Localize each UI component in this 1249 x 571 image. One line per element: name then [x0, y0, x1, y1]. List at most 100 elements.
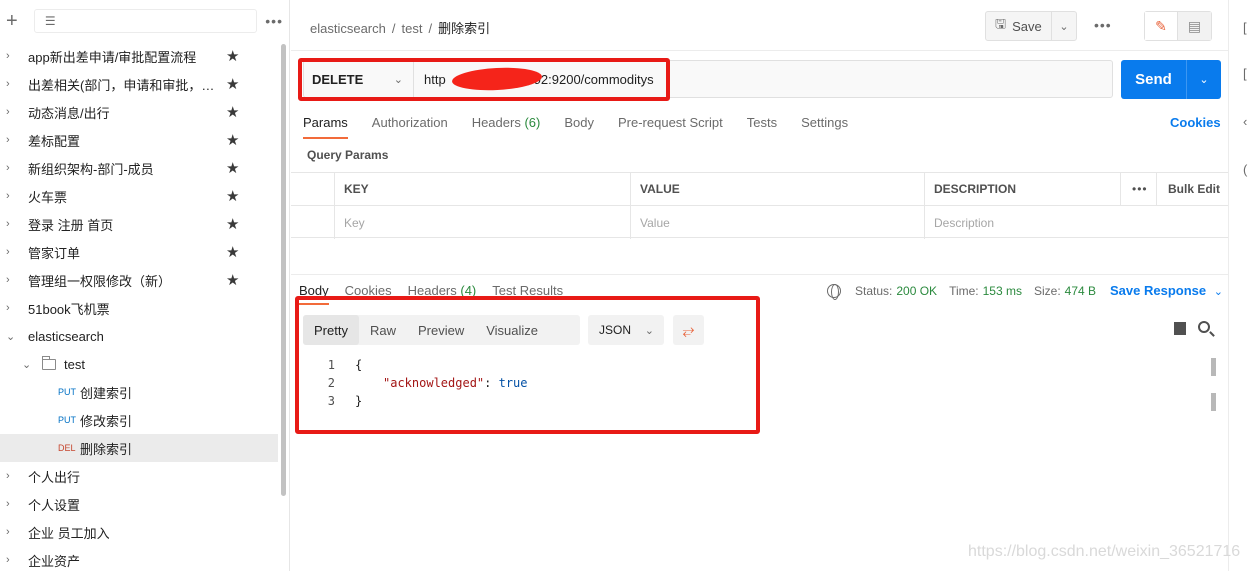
panel-icon[interactable]: [: [1243, 20, 1247, 35]
collection-item[interactable]: › 企业资产: [0, 546, 278, 571]
new-collection-button[interactable]: +: [6, 11, 22, 31]
collection-item[interactable]: › 新组织架构-部门-成员 ★: [0, 154, 278, 182]
sidebar-filter-input[interactable]: ☰: [33, 9, 258, 33]
panel-icon[interactable]: (: [1243, 162, 1247, 177]
star-icon[interactable]: ★: [226, 215, 239, 233]
chevron-right-icon[interactable]: ›: [6, 526, 18, 538]
sidebar-scrollbar[interactable]: [281, 44, 286, 496]
globe-icon[interactable]: [827, 284, 841, 300]
chevron-right-icon[interactable]: ›: [6, 134, 18, 146]
collection-label: 新组织架构-部门-成员: [28, 161, 154, 177]
size-label: Size:: [1033, 284, 1061, 298]
tab-params[interactable]: Params: [303, 115, 348, 139]
request-item[interactable]: PUT 修改索引: [0, 406, 278, 434]
folder-item[interactable]: ⌄ test: [0, 350, 278, 378]
query-params-title: Query Params: [307, 148, 389, 162]
chevron-down-icon: ⌄: [1213, 286, 1223, 298]
method-badge: PUT: [58, 387, 76, 397]
collection-item[interactable]: › app新出差申请/审批配置流程 ★: [0, 42, 278, 70]
collection-item[interactable]: › 51book飞机票: [0, 294, 278, 322]
documentation-icon[interactable]: ▤: [1178, 12, 1211, 40]
chevron-down-icon[interactable]: ⌄: [22, 358, 34, 371]
tab-settings[interactable]: Settings: [801, 115, 848, 130]
star-icon[interactable]: ★: [226, 75, 239, 93]
panel-icon[interactable]: ‹: [1243, 114, 1247, 129]
collection-item[interactable]: › 管家订单 ★: [0, 238, 278, 266]
chevron-down-icon[interactable]: ⌄: [6, 330, 18, 343]
tab-tests[interactable]: Tests: [747, 115, 777, 130]
collection-item[interactable]: › 动态消息/出行 ★: [0, 98, 278, 126]
chevron-right-icon[interactable]: ›: [6, 50, 18, 62]
send-button[interactable]: Send: [1121, 60, 1187, 99]
star-icon[interactable]: ★: [226, 131, 239, 149]
chevron-right-icon[interactable]: ›: [6, 498, 18, 510]
star-icon[interactable]: ★: [226, 271, 239, 289]
save-dropdown-button[interactable]: ⌄: [1052, 20, 1076, 33]
collection-item[interactable]: › 个人出行: [0, 462, 278, 490]
sidebar-more-icon[interactable]: •••: [265, 13, 283, 29]
chevron-right-icon[interactable]: ›: [6, 106, 18, 118]
breadcrumb-folder[interactable]: test: [402, 21, 423, 36]
description-input[interactable]: Description: [934, 206, 994, 239]
star-icon[interactable]: ★: [226, 243, 239, 261]
collection-item[interactable]: › 差标配置 ★: [0, 126, 278, 154]
collection-item[interactable]: › 登录 注册 首页 ★: [0, 210, 278, 238]
collection-label: 管家订单: [28, 245, 81, 261]
sidebar-toolbar: + ☰ •••: [0, 0, 289, 42]
edit-mode-icon[interactable]: ✎: [1145, 12, 1179, 40]
send-button-group: Send ⌄: [1121, 60, 1221, 99]
collection-item[interactable]: › 管理组一权限修改（新） ★: [0, 266, 278, 294]
breadcrumb-separator: /: [428, 21, 433, 36]
search-icon[interactable]: [1198, 321, 1210, 333]
collection-item[interactable]: › 出差相关(部门，申请和审批，行... ★: [0, 70, 278, 98]
header-description: DESCRIPTION: [934, 182, 1017, 196]
tab-pre-request-script[interactable]: Pre-request Script: [618, 115, 723, 130]
collection-label: 动态消息/出行: [28, 105, 110, 121]
time-value[interactable]: 153 ms: [983, 284, 1022, 298]
request-tabs: Params Authorization Headers (6) Body Pr…: [303, 115, 872, 139]
request-item[interactable]: PUT 创建索引: [0, 378, 278, 406]
divider: [291, 50, 1229, 51]
star-icon[interactable]: ★: [226, 103, 239, 121]
cookies-link[interactable]: Cookies: [1170, 115, 1221, 130]
chevron-right-icon[interactable]: ›: [6, 190, 18, 202]
tab-headers[interactable]: Headers (6): [472, 115, 541, 130]
scroll-mark: [1211, 358, 1216, 376]
value-input[interactable]: Value: [640, 206, 670, 239]
right-side-panel: [ [ ‹ (: [1228, 0, 1249, 571]
request-label: 删除索引: [80, 441, 133, 457]
chevron-right-icon[interactable]: ›: [6, 470, 18, 482]
size-value[interactable]: 474 B: [1065, 284, 1096, 298]
tab-body[interactable]: Body: [564, 115, 594, 130]
request-item-selected[interactable]: DEL 删除索引: [0, 434, 278, 462]
bulk-edit-link[interactable]: Bulk Edit: [1168, 173, 1220, 205]
column-divider: [1120, 173, 1121, 206]
star-icon[interactable]: ★: [226, 159, 239, 177]
collection-item-expanded[interactable]: ⌄ elasticsearch: [0, 322, 278, 350]
copy-icon[interactable]: [1174, 322, 1186, 335]
chevron-right-icon[interactable]: ›: [6, 78, 18, 90]
save-label: Save: [1012, 18, 1042, 34]
star-icon[interactable]: ★: [226, 187, 239, 205]
status-value[interactable]: 200 OK: [896, 284, 937, 298]
save-button[interactable]: 🖫 Save: [986, 12, 1052, 40]
chevron-right-icon[interactable]: ›: [6, 302, 18, 314]
table-more-icon[interactable]: •••: [1132, 173, 1148, 205]
response-status-line: Status: 200 OK Time: 153 ms Size: 474 B: [827, 284, 1108, 300]
key-input[interactable]: Key: [344, 206, 365, 239]
collection-item[interactable]: › 企业 员工加入: [0, 518, 278, 546]
collection-item[interactable]: › 火车票 ★: [0, 182, 278, 210]
chevron-right-icon[interactable]: ›: [6, 274, 18, 286]
panel-icon[interactable]: [: [1243, 66, 1247, 81]
chevron-right-icon[interactable]: ›: [6, 554, 18, 566]
send-dropdown-button[interactable]: ⌄: [1187, 60, 1221, 99]
star-icon[interactable]: ★: [226, 47, 239, 65]
chevron-right-icon[interactable]: ›: [6, 246, 18, 258]
chevron-right-icon[interactable]: ›: [6, 218, 18, 230]
tab-authorization[interactable]: Authorization: [372, 115, 448, 130]
chevron-right-icon[interactable]: ›: [6, 162, 18, 174]
collection-item[interactable]: › 个人设置: [0, 490, 278, 518]
save-response-button[interactable]: Save Response ⌄: [1110, 283, 1223, 298]
more-options-icon[interactable]: •••: [1094, 17, 1112, 33]
breadcrumb-collection[interactable]: elasticsearch: [310, 21, 386, 36]
